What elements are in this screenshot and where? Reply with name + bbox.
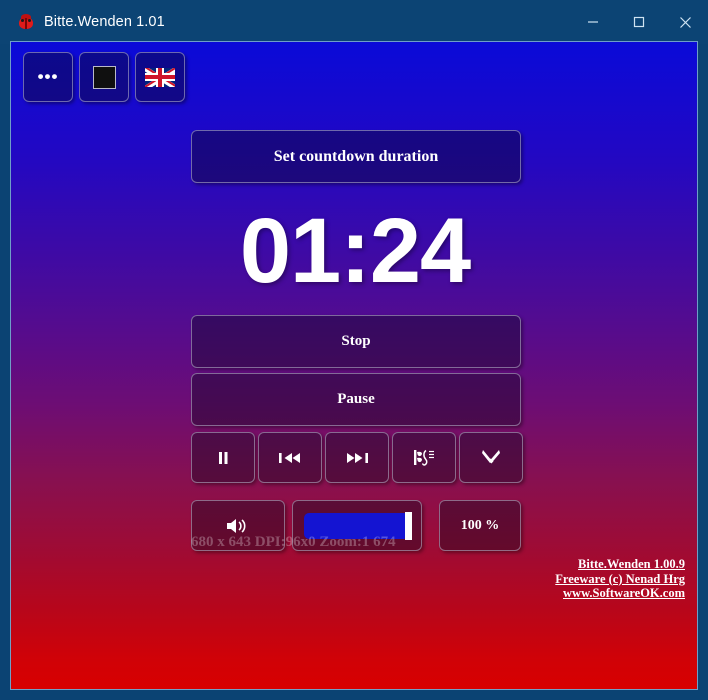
pause-icon <box>219 451 228 464</box>
close-button[interactable] <box>662 0 708 44</box>
bug-icon <box>18 14 34 30</box>
tools-icon <box>482 449 500 463</box>
music-note-icon <box>414 449 434 466</box>
display-mode-button[interactable] <box>79 52 129 102</box>
pause-button[interactable]: Pause <box>191 373 521 426</box>
product-version-link[interactable]: Bitte.Wenden 1.00.9 <box>555 557 685 572</box>
website-link[interactable]: www.SoftwareOK.com <box>555 586 685 601</box>
skip-backward-icon <box>279 452 300 463</box>
set-countdown-duration-label: Set countdown duration <box>273 147 439 165</box>
more-options-button[interactable]: ••• <box>23 52 73 102</box>
window-controls <box>570 0 708 44</box>
next-track-button[interactable] <box>325 432 389 483</box>
maximize-icon <box>633 16 645 28</box>
volume-percent-display[interactable]: 100 % <box>439 500 521 551</box>
ellipsis-icon: ••• <box>37 67 59 86</box>
skip-forward-icon <box>347 452 368 463</box>
freeware-author-link[interactable]: Freeware (c) Nenad Hrg <box>555 572 685 587</box>
window-title: Bitte.Wenden 1.01 <box>44 14 165 30</box>
speaker-icon <box>227 518 246 533</box>
title-bar: Bitte.Wenden 1.01 <box>0 0 708 44</box>
minimize-icon <box>588 21 598 23</box>
pause-button-label: Pause <box>337 391 375 407</box>
sound-select-button[interactable] <box>392 432 456 483</box>
volume-percent-label: 100 % <box>460 517 500 533</box>
language-button[interactable] <box>135 52 185 102</box>
countdown-display: 01:24 <box>239 200 471 302</box>
stop-button[interactable]: Stop <box>191 315 521 368</box>
close-icon <box>679 16 691 28</box>
app-window: Bitte.Wenden 1.01 ••• Set countdown dura… <box>0 0 708 700</box>
stop-button-label: Stop <box>341 333 371 349</box>
black-square-icon <box>92 65 116 89</box>
union-jack-flag-icon <box>145 67 175 87</box>
minimize-button[interactable] <box>570 0 616 44</box>
status-text: 680 x 643 DPI:96x0 Zoom:1 674 <box>191 534 396 550</box>
footer-links: Bitte.Wenden 1.00.9 Freeware (c) Nenad H… <box>555 557 685 601</box>
settings-button[interactable] <box>459 432 523 483</box>
set-countdown-duration-button[interactable]: Set countdown duration <box>191 130 521 183</box>
maximize-button[interactable] <box>616 0 662 44</box>
previous-track-button[interactable] <box>258 432 322 483</box>
pause-icon-button[interactable] <box>191 432 255 483</box>
volume-slider-thumb[interactable] <box>405 512 412 540</box>
client-area: ••• Set countdown duration 01:24 Stop Pa… <box>10 41 698 690</box>
